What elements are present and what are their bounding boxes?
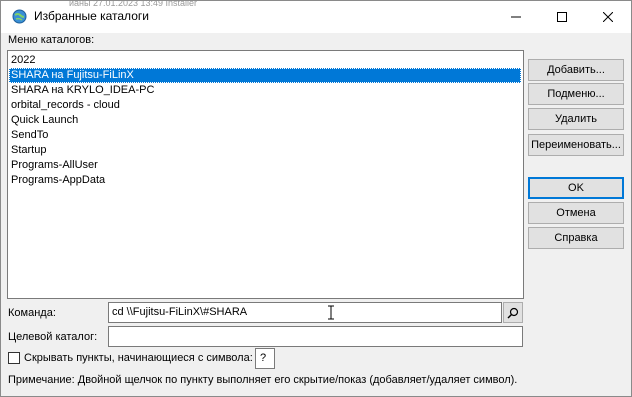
hide-items-label: Скрывать пункты, начинающиеся с символа: bbox=[24, 352, 253, 364]
list-item[interactable]: Quick Launch bbox=[9, 113, 521, 128]
target-dir-field[interactable] bbox=[108, 326, 523, 347]
favorites-dialog: ианы 27.01.2023 13:49 Installer Избранны… bbox=[0, 0, 632, 397]
hide-char-field[interactable]: ? bbox=[255, 348, 275, 369]
list-item[interactable]: SendTo bbox=[9, 128, 521, 143]
add-button[interactable]: Добавить... bbox=[528, 59, 624, 81]
delete-button[interactable]: Удалить bbox=[528, 108, 624, 130]
ok-button[interactable]: OK bbox=[528, 177, 624, 199]
list-item[interactable]: Programs-AllUser bbox=[9, 158, 521, 173]
list-item[interactable]: 2022 bbox=[9, 53, 521, 68]
command-field[interactable]: cd \\Fujitsu-FiLinX\#SHARA bbox=[108, 302, 502, 323]
hide-items-checkbox[interactable] bbox=[8, 352, 20, 364]
list-item-selected[interactable]: SHARA на Fujitsu-FiLinX bbox=[9, 68, 521, 83]
list-item[interactable]: Startup bbox=[9, 143, 521, 158]
window-title: Избранные каталоги bbox=[34, 9, 149, 23]
maximize-icon bbox=[557, 12, 567, 22]
close-icon bbox=[603, 12, 613, 22]
minimize-icon bbox=[511, 16, 521, 18]
browse-button[interactable] bbox=[503, 302, 523, 323]
title-bar[interactable]: ианы 27.01.2023 13:49 Installer Избранны… bbox=[1, 1, 631, 33]
maximize-button[interactable] bbox=[539, 1, 585, 33]
rename-button[interactable]: Переименовать... bbox=[528, 134, 624, 156]
help-button[interactable]: Справка bbox=[528, 227, 624, 249]
list-item[interactable]: Programs-AppData bbox=[9, 173, 521, 188]
cancel-button[interactable]: Отмена bbox=[528, 202, 624, 224]
background-window-strip: ианы 27.01.2023 13:49 Installer bbox=[69, 1, 198, 6]
list-item[interactable]: SHARA на KRYLO_IDEA-PC bbox=[9, 83, 521, 98]
list-item[interactable]: orbital_records - cloud bbox=[9, 98, 521, 113]
text-cursor-icon bbox=[328, 305, 334, 320]
minimize-button[interactable] bbox=[493, 1, 539, 33]
menu-catalogs-label: Меню каталогов: bbox=[8, 34, 95, 46]
close-button[interactable] bbox=[585, 1, 631, 33]
catalog-list[interactable]: 2022 SHARA на Fujitsu-FiLinX SHARA на KR… bbox=[7, 50, 524, 299]
magnifier-icon bbox=[507, 307, 519, 319]
target-dir-label: Целевой каталог: bbox=[8, 331, 98, 343]
command-label: Команда: bbox=[8, 307, 56, 319]
submenu-button[interactable]: Подменю... bbox=[528, 83, 624, 105]
folder-globe-icon bbox=[12, 9, 27, 24]
note-text: Примечание: Двойной щелчок по пункту вып… bbox=[8, 374, 518, 386]
